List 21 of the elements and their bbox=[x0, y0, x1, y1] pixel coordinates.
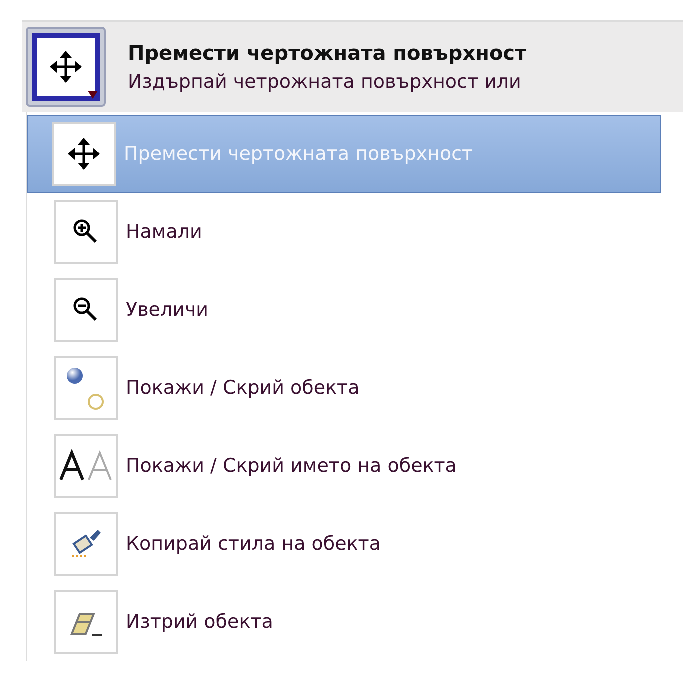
menu-item-label: Покажи / Скрий обекта bbox=[126, 376, 360, 401]
menu-item-label: Увеличи bbox=[126, 298, 209, 323]
zoom-in-icon bbox=[72, 218, 100, 246]
menu-item[interactable]: Покажи / Скрий обекта bbox=[27, 349, 661, 427]
move-icon bbox=[48, 49, 84, 85]
menu-item[interactable]: Увеличи bbox=[27, 271, 661, 349]
menu-item[interactable]: Копирай стила на обекта bbox=[27, 505, 661, 583]
menu-item-label: Намали bbox=[126, 220, 202, 245]
menu-item[interactable]: Намали bbox=[27, 193, 661, 271]
dropdown-arrow-icon bbox=[88, 91, 98, 99]
zoom-out-icon bbox=[72, 296, 100, 324]
menu-item[interactable]: Покажи / Скрий името на обекта bbox=[27, 427, 661, 505]
tool-title: Премести чертожната повърхност bbox=[128, 40, 527, 67]
tool-description: Издърпай четрожната повърхност или bbox=[128, 70, 522, 95]
menu-item-label: Премести чертожната повърхност bbox=[124, 142, 474, 167]
menu-item[interactable]: Изтрий обекта bbox=[27, 583, 661, 661]
move-tool-button[interactable] bbox=[26, 27, 106, 107]
menu-item-label: Изтрий обекта bbox=[126, 610, 274, 635]
menu-item-label: Копирай стила на обекта bbox=[126, 532, 381, 557]
menu-item-label: Покажи / Скрий името на обекта bbox=[126, 454, 457, 479]
move-icon bbox=[66, 136, 102, 172]
